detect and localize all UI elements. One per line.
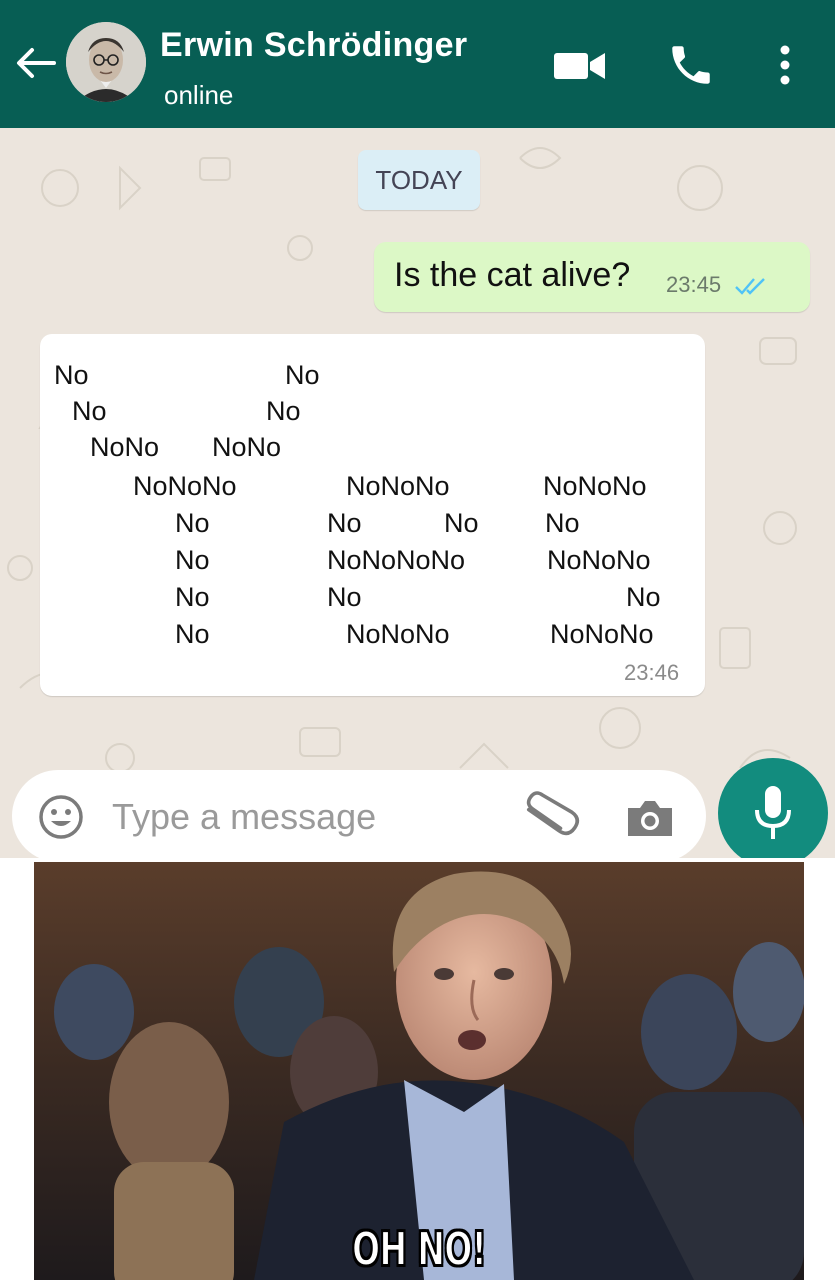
message-line: No: [54, 360, 89, 390]
chat-screen: Erwin Schrödinger online TODAY Is the ca…: [0, 0, 835, 858]
message-line: NoNoNo: [133, 471, 237, 501]
message-line: NoNo: [212, 432, 282, 462]
video-call-icon[interactable]: [553, 50, 607, 82]
outgoing-message-bubble[interactable]: Is the cat alive? 23:45: [374, 242, 810, 312]
message-line: No: [327, 508, 362, 538]
meme-photo: [34, 862, 804, 1280]
message-line: No: [266, 396, 301, 426]
attach-icon[interactable]: [520, 790, 580, 840]
more-vert-icon[interactable]: [770, 42, 800, 88]
message-line: No: [175, 582, 210, 612]
avatar[interactable]: [66, 22, 146, 102]
meme-caption: OH NO!: [351, 1221, 487, 1277]
read-receipt-icon: [735, 278, 765, 295]
message-line: NoNoNo: [346, 619, 450, 649]
outgoing-message-time: 23:45: [666, 272, 722, 297]
message-line: NoNoNo: [346, 471, 450, 501]
date-separator: TODAY: [358, 150, 480, 210]
avatar-portrait: [66, 22, 146, 102]
incoming-message-time: 23:46: [624, 660, 680, 685]
message-line: No: [444, 508, 479, 538]
message-line: No: [545, 508, 580, 538]
outgoing-message-text: Is the cat alive?: [394, 256, 631, 294]
chat-header: Erwin Schrödinger online: [0, 0, 835, 128]
contact-name[interactable]: Erwin Schrödinger: [160, 26, 467, 65]
camera-icon[interactable]: [624, 796, 676, 840]
message-line: NoNoNoNo: [327, 545, 466, 575]
message-line: No: [175, 508, 210, 538]
message-line: NoNoNo: [543, 471, 647, 501]
voice-message-button[interactable]: [718, 758, 828, 858]
contact-status: online: [164, 80, 234, 110]
message-line: No: [327, 582, 362, 612]
mic-icon: [755, 786, 791, 839]
emoji-icon[interactable]: [36, 792, 86, 842]
phone-icon[interactable]: [666, 40, 716, 90]
message-line: No: [175, 619, 210, 649]
message-line: NoNoNo: [547, 545, 651, 575]
message-line: No: [285, 360, 320, 390]
incoming-message-bubble[interactable]: No No No No NoNo NoNo NoNoNo No No No No…: [40, 334, 705, 696]
message-line: NoNo: [90, 432, 160, 462]
reaction-meme-image: OH NO!: [34, 862, 804, 1280]
message-input[interactable]: [110, 788, 514, 846]
message-line: NoNoNo: [550, 619, 654, 649]
back-arrow-icon[interactable]: [14, 46, 58, 80]
message-line: No: [72, 396, 107, 426]
message-line: No: [175, 545, 210, 575]
message-input-bar: [12, 770, 706, 858]
message-line: No: [626, 582, 661, 612]
